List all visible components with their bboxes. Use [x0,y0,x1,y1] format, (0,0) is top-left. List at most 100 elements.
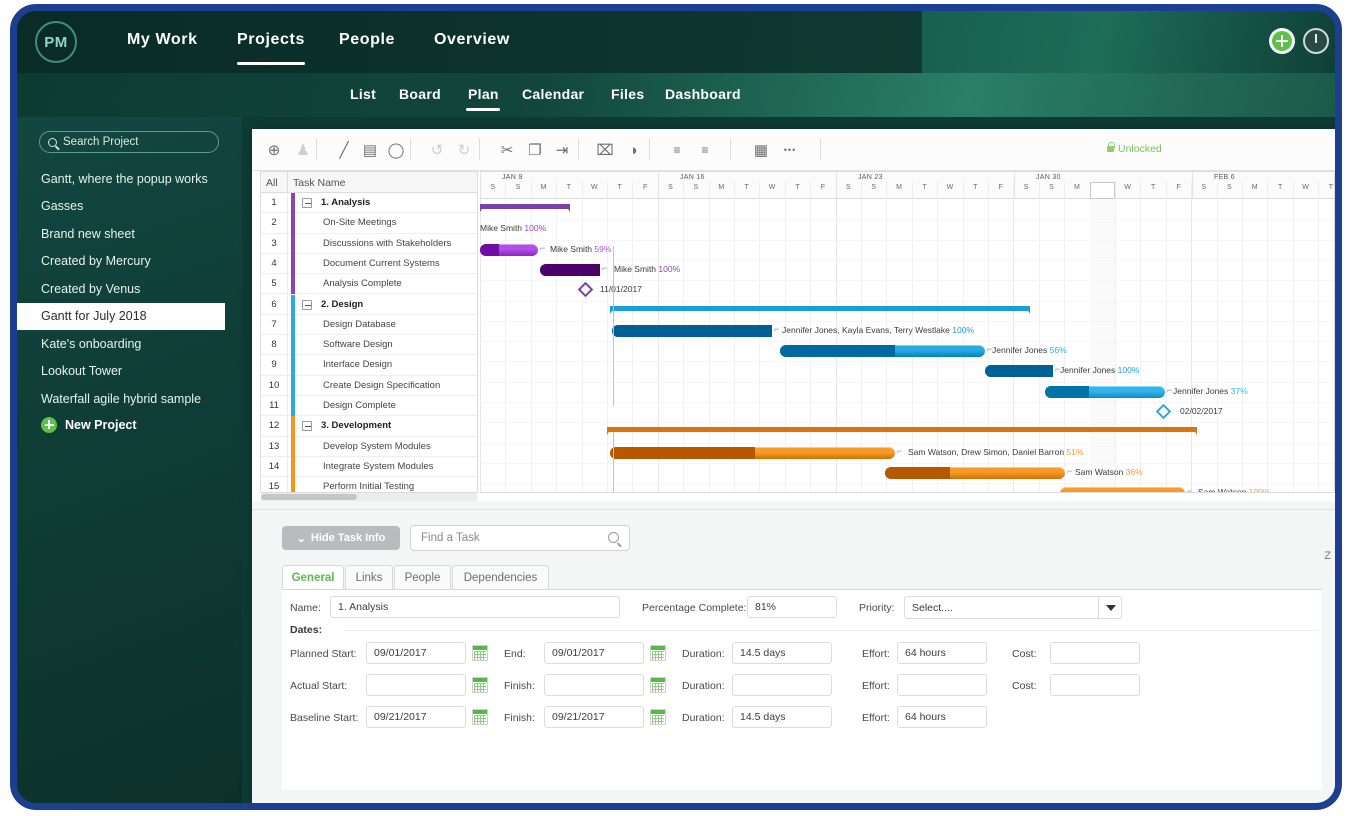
task-list-hscrollbar[interactable] [261,493,477,501]
task-row[interactable]: 7 Design Database [261,314,477,336]
clock-icon[interactable] [1303,28,1329,54]
gantt-summary-bar[interactable] [480,204,570,213]
task-row[interactable]: 9 Interface Design [261,355,477,376]
planned-start-field[interactable] [366,674,466,696]
view-tab-dashboard[interactable]: Dashboard [665,86,741,102]
search-project-input[interactable]: Search Project [39,131,219,153]
gantt-task-bar[interactable] [610,446,895,459]
indent-icon[interactable]: ≡ [695,140,715,160]
end-date-field[interactable]: 09/21/2017 [544,706,644,728]
calendar-icon[interactable] [650,709,666,725]
comment-icon[interactable]: ◯ [386,140,406,160]
cost-field[interactable] [1050,642,1140,664]
column-header-all[interactable]: All [266,177,278,189]
gantt-milestone-marker[interactable] [577,281,594,298]
app-logo[interactable]: PM [35,21,77,63]
gantt-task-bar[interactable] [540,263,600,276]
sidebar-project-lookout-tower[interactable]: Lookout Tower [17,358,225,385]
percentage-complete-field[interactable]: 81% [747,596,837,618]
effort-field[interactable] [897,674,987,696]
gantt-summary-bar[interactable] [607,427,1197,436]
task-row[interactable]: 15 Perform Initial Testing [261,477,477,492]
hide-task-info-button[interactable]: ⌄ Hide Task Info [282,526,400,550]
gantt-task-bar[interactable] [480,243,538,256]
fill-color-icon[interactable]: ◑ [623,140,643,160]
view-tab-board[interactable]: Board [399,86,441,102]
task-row[interactable]: 1 1. Analysis [261,193,477,214]
priority-select[interactable]: Select.... [904,596,1122,619]
outdent-icon[interactable]: ≡ [667,140,687,160]
collapse-toggle-icon[interactable] [302,421,312,432]
task-row[interactable]: 8 Software Design [261,335,477,356]
new-project-button[interactable]: New Project [41,416,137,433]
task-row[interactable]: 14 Integrate System Modules [261,456,477,478]
gantt-task-bar[interactable] [780,345,985,358]
add-task-icon[interactable]: ⊕ [264,140,284,160]
sidebar-project-gantt-where-the-popup-works[interactable]: Gantt, where the popup works [17,165,225,192]
view-tab-files[interactable]: Files [611,86,644,102]
lock-status-button[interactable]: Unlocked [1107,142,1162,155]
sidebar-project-waterfall-agile-hybrid-sample[interactable]: Waterfall agile hybrid sample [17,385,225,412]
task-info-tab-general[interactable]: General [282,565,344,590]
calendar-icon[interactable] [650,677,666,693]
gantt-task-bar[interactable] [885,466,1065,479]
task-row[interactable]: 6 2. Design [261,294,477,315]
chevron-down-icon[interactable] [1098,596,1122,619]
gantt-task-bar[interactable] [1045,385,1165,398]
redo-icon[interactable]: ↻ [454,140,474,160]
gantt-task-bar[interactable] [985,365,1053,378]
sidebar-project-brand-new-sheet[interactable]: Brand new sheet [17,220,225,247]
end-date-field[interactable]: 09/01/2017 [544,642,644,664]
assign-resource-icon[interactable]: ♟ [293,140,313,160]
duration-field[interactable]: 14.5 days [732,706,832,728]
task-row[interactable]: 11 Design Complete [261,396,477,417]
gantt-milestone-marker[interactable] [1155,403,1172,420]
copy-icon[interactable]: ❐ [525,140,545,160]
column-header-task-name[interactable]: Task Name [293,177,346,189]
sidebar-project-gasses[interactable]: Gasses [17,193,225,220]
scroll-thumb[interactable] [261,494,357,500]
task-row[interactable]: 2 On-Site Meetings [261,213,477,234]
gantt-task-bar[interactable] [1060,487,1185,492]
task-row[interactable]: 12 3. Development [261,416,477,437]
task-row[interactable]: 13 Develop System Modules [261,436,477,457]
topnav-item-people[interactable]: People [339,31,395,49]
effort-field[interactable]: 64 hours [897,706,987,728]
planned-start-field[interactable]: 09/21/2017 [366,706,466,728]
sidebar-project-created-by-venus[interactable]: Created by Venus [17,275,225,302]
task-row[interactable]: 10 Create Design Specification [261,375,477,396]
gantt-task-bar[interactable] [612,324,772,337]
cost-field[interactable] [1050,674,1140,696]
view-tab-plan[interactable]: Plan [468,86,499,102]
calendar-icon[interactable] [472,709,488,725]
task-info-tab-people[interactable]: People [394,565,451,590]
undo-icon[interactable]: ↺ [427,140,447,160]
sidebar-project-kate-s-onboarding[interactable]: Kate's onboarding [17,330,225,357]
paste-icon[interactable]: ⇥ [552,140,572,160]
duration-field[interactable] [732,674,832,696]
notes-icon[interactable]: ▤ [360,140,380,160]
effort-field[interactable]: 64 hours [897,642,987,664]
columns-icon[interactable]: ▦ [751,140,771,160]
cut-icon[interactable]: ✂ [497,140,517,160]
collapse-toggle-icon[interactable] [302,299,312,310]
delete-trash-icon[interactable]: ⌧ [595,140,615,160]
task-info-tab-dependencies[interactable]: Dependencies [452,565,549,590]
more-options-icon[interactable]: ••• [780,140,800,160]
view-tab-calendar[interactable]: Calendar [522,86,584,102]
edit-pencil-icon[interactable]: ╱ [334,140,354,160]
gantt-summary-bar[interactable] [610,305,1030,315]
calendar-icon[interactable] [472,677,488,693]
planned-start-field[interactable]: 09/01/2017 [366,642,466,664]
task-row[interactable]: 3 Discussions with Stakeholders [261,233,477,254]
task-row[interactable]: 4 Document Current Systems [261,253,477,275]
view-tab-list[interactable]: List [350,86,376,102]
find-task-input[interactable]: Find a Task [410,525,630,551]
topnav-item-overview[interactable]: Overview [434,31,510,49]
task-row[interactable]: 5 Analysis Complete [261,274,477,295]
duration-field[interactable]: 14.5 days [732,642,832,664]
calendar-icon[interactable] [472,645,488,661]
sidebar-project-gantt-for-july-2018[interactable]: Gantt for July 2018 [17,302,225,330]
add-circle-icon[interactable] [1269,28,1295,54]
sidebar-project-created-by-mercury[interactable]: Created by Mercury [17,248,225,275]
